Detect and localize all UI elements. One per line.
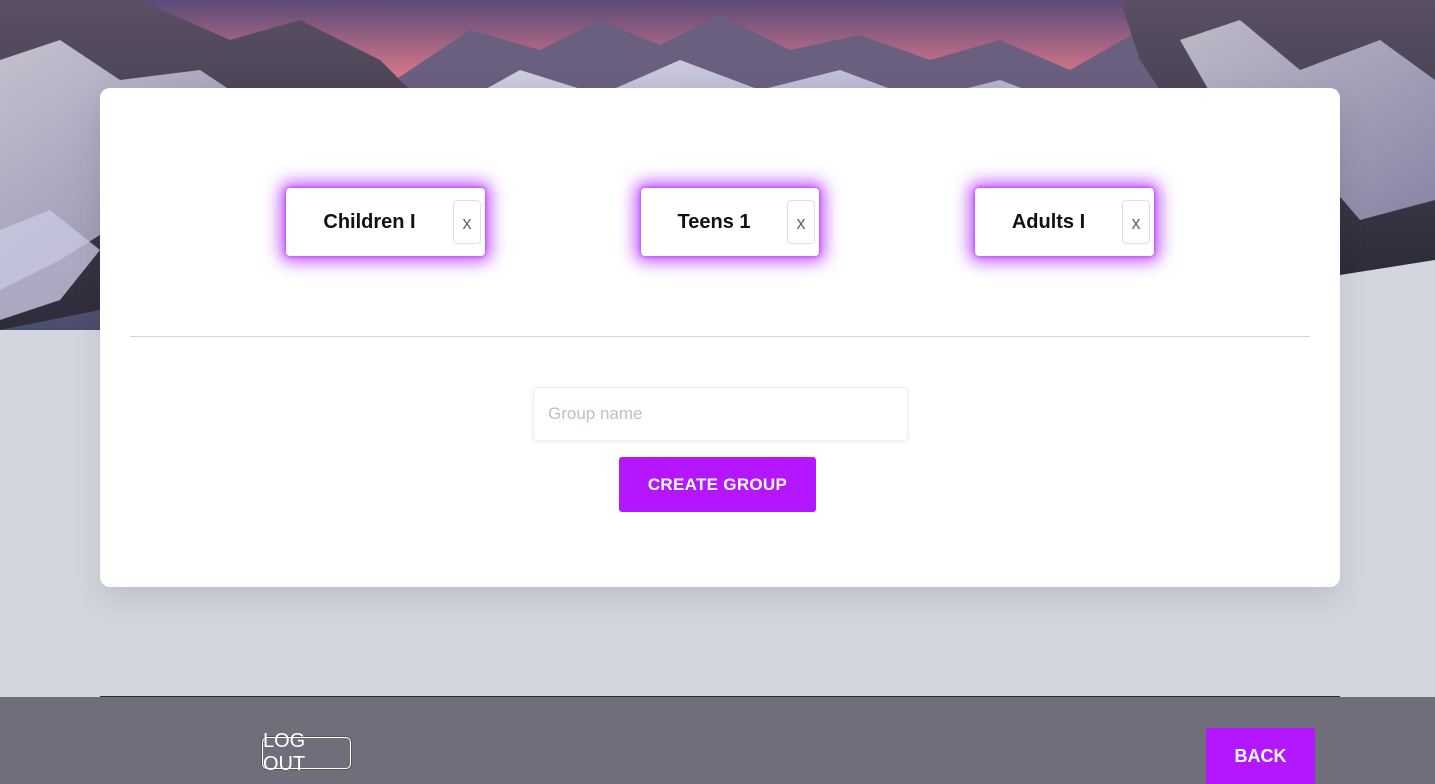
group-label: Children I bbox=[323, 210, 416, 233]
groups-card: Children I x Teens 1 x Adults I x CREATE… bbox=[100, 88, 1340, 587]
group-chip-teens-1[interactable]: Teens 1 x bbox=[641, 188, 819, 256]
create-group-button[interactable]: CREATE GROUP bbox=[619, 457, 816, 512]
remove-group-button[interactable]: x bbox=[453, 200, 481, 244]
group-label: Teens 1 bbox=[677, 210, 751, 233]
remove-group-button[interactable]: x bbox=[787, 200, 815, 244]
back-button[interactable]: BACK bbox=[1206, 728, 1315, 784]
group-name-input[interactable] bbox=[533, 387, 908, 441]
group-chip-children-i[interactable]: Children I x bbox=[286, 188, 485, 256]
group-chip-adults-i[interactable]: Adults I x bbox=[975, 188, 1154, 256]
divider bbox=[130, 336, 1310, 337]
group-label: Adults I bbox=[1011, 210, 1086, 233]
footer-bar: LOG OUT BACK bbox=[0, 697, 1435, 784]
remove-group-button[interactable]: x bbox=[1122, 200, 1150, 244]
logout-button[interactable]: LOG OUT bbox=[262, 730, 351, 775]
